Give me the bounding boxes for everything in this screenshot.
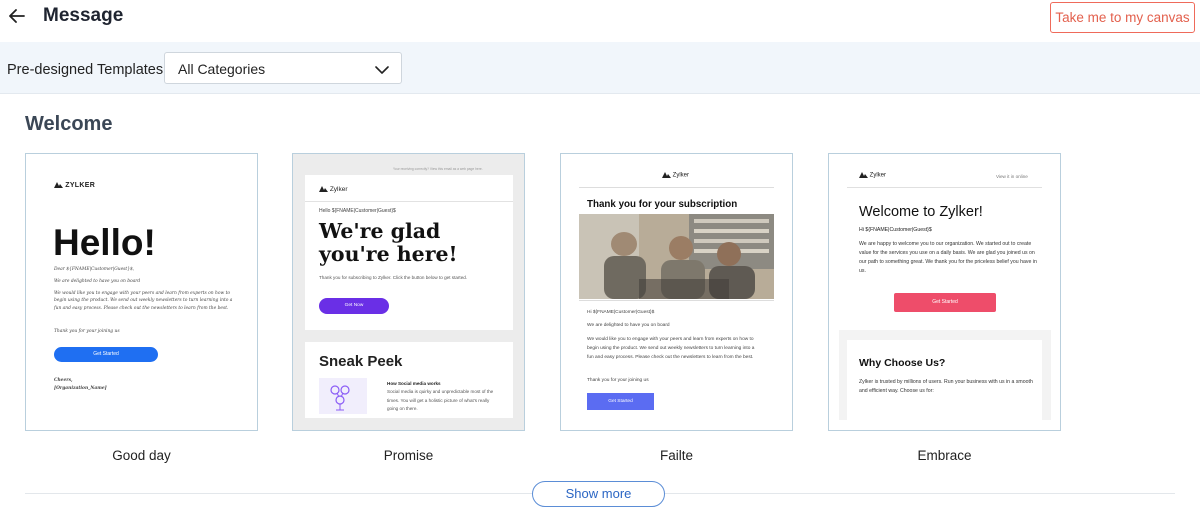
template-thanks: Thank you for your joining us [54, 329, 120, 334]
template-card-good-day[interactable]: ZYLKER Hello! Dear ${FNAME|Customer|Gues… [25, 153, 258, 431]
template-heading: Hello! [53, 222, 156, 263]
template-card-embrace[interactable]: Zylker View it in online Welcome to Zylk… [828, 153, 1061, 431]
template-thanks: Thank you for subscribing to Zylker. Cli… [319, 275, 468, 280]
template-thanks: Thank you for your joining us [587, 378, 649, 383]
template-trust-text: Zylker is trusted by millions of users. … [859, 379, 1033, 395]
template-get-started-button: Get Started [587, 393, 654, 410]
template-body: We would like you to engage with your pe… [587, 337, 755, 361]
top-header: Message Take me to my canvas [0, 0, 1200, 42]
template-get-started-button: Get Started [54, 347, 158, 362]
template-name: Failte [659, 448, 693, 463]
divider [579, 300, 774, 301]
zylker-logo-icon [662, 172, 671, 178]
template-body: We are happy to welcome you to our organ… [859, 241, 1037, 275]
template-heading: Welcome to Zylker! [859, 204, 983, 220]
page-title: Message [43, 5, 124, 26]
zylker-logo-icon [859, 172, 868, 178]
template-logo: ZYLKER [54, 182, 95, 189]
social-media-illustration-icon [319, 378, 367, 414]
category-dropdown[interactable]: All Categories [164, 52, 402, 84]
template-greeting: Hi ${FNAME|Customer|Guest}$ [587, 310, 655, 315]
template-delighted: We are delighted to have you on board [587, 323, 670, 328]
template-logo: Zylker [662, 172, 689, 179]
template-view-online: View it in online [996, 174, 1028, 179]
template-body: We would like you to engage with your pe… [54, 291, 233, 311]
template-greeting: Hi ${FNAME|Customer|Guest}$ [859, 227, 932, 233]
divider [847, 187, 1042, 188]
template-card-promise[interactable]: Your receiving correctly? View this emai… [292, 153, 525, 431]
template-get-now-button: Get Now [319, 298, 389, 314]
template-logo: Zylker [859, 172, 886, 179]
show-more-button[interactable]: Show more [532, 481, 665, 507]
divider [305, 201, 513, 202]
template-name: Good day [112, 448, 171, 463]
template-card-failte[interactable]: Zylker Thank you for your subscription H… [560, 153, 793, 431]
filter-bar: Pre-designed Templates All Categories [0, 42, 1200, 94]
take-me-to-canvas-button[interactable]: Take me to my canvas [1050, 2, 1195, 33]
team-photo-image [579, 214, 774, 299]
chevron-down-icon [375, 62, 389, 80]
template-heading: Thank you for your subscription [587, 199, 738, 210]
zylker-logo-icon [54, 182, 63, 189]
template-dear: Dear ${FNAME|Customer|Guest}$, [54, 267, 135, 272]
template-greeting: Hello ${FNAME|Customer|Guest}$ [319, 208, 396, 214]
category-selected-value: All Categories [178, 61, 266, 77]
template-why-heading: Why Choose Us? [859, 357, 946, 369]
back-arrow-icon[interactable] [6, 4, 28, 28]
template-get-started-button: Get Started [894, 293, 996, 312]
template-delighted: We are delighted to have you on board [54, 279, 141, 284]
template-name: Embrace [917, 448, 972, 463]
template-article-title: How Social media works [387, 381, 441, 386]
template-name: Promise [383, 448, 434, 463]
template-article-body: Social media is quirky and unpredictable… [387, 389, 494, 412]
template-heading: We're glad you're here! [319, 219, 458, 266]
template-cheers: Cheers, [54, 378, 73, 383]
template-org: [Organization_Name] [54, 386, 107, 391]
zylker-logo-icon [319, 186, 328, 193]
template-logo: Zylker [319, 186, 348, 193]
template-top-note: Your receiving correctly? View this emai… [393, 167, 483, 171]
filter-label: Pre-designed Templates [7, 62, 164, 78]
section-title: Welcome [25, 113, 113, 135]
template-sneak-heading: Sneak Peek [319, 353, 403, 370]
